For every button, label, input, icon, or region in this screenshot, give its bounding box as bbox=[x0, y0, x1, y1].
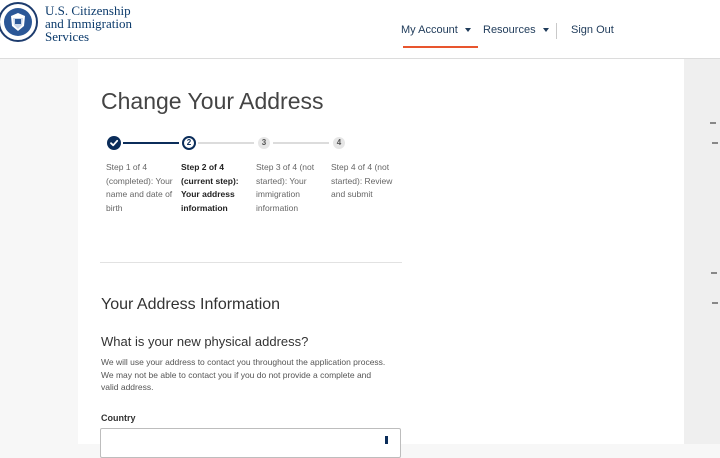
active-nav-indicator bbox=[403, 46, 478, 48]
agency-name-line: Services bbox=[45, 29, 90, 44]
section-divider bbox=[100, 262, 402, 263]
address-question: What is your new physical address? bbox=[101, 334, 309, 349]
nav-my-account-label: My Account bbox=[401, 24, 458, 36]
nav-resources[interactable]: Resources bbox=[483, 24, 549, 44]
step-label-3: Step 3 of 4 (not started): Your immigrat… bbox=[256, 162, 315, 213]
step-marker-2: 2 bbox=[182, 136, 196, 150]
agency-name[interactable]: U.S. Citizenship and Immigration Service… bbox=[45, 4, 132, 43]
checkmark-icon-glyph bbox=[110, 139, 119, 147]
step-label-2: Step 2 of 4 (current step): Your address… bbox=[181, 162, 239, 213]
nav-my-account[interactable]: My Account bbox=[401, 24, 471, 44]
step-connector bbox=[123, 142, 179, 144]
nav-divider bbox=[556, 23, 557, 39]
country-label: Country bbox=[101, 413, 136, 423]
window-edge bbox=[684, 59, 720, 444]
caret-down-icon bbox=[464, 28, 471, 32]
nav-resources-label: Resources bbox=[483, 24, 536, 36]
step-label-4: Step 4 of 4 (not started): Review and su… bbox=[331, 162, 393, 199]
edge-mark bbox=[710, 122, 716, 124]
edge-mark bbox=[712, 302, 718, 304]
country-select[interactable] bbox=[100, 428, 401, 458]
checkmark-icon bbox=[107, 136, 121, 150]
edge-mark bbox=[711, 272, 717, 274]
step-connector bbox=[273, 142, 329, 144]
step-connector bbox=[198, 142, 254, 144]
step-marker-3: 3 bbox=[258, 137, 270, 149]
site-header: U.S. Citizenship and Immigration Service… bbox=[0, 0, 720, 59]
dhs-seal-icon[interactable] bbox=[0, 2, 38, 42]
page-title: Change Your Address bbox=[101, 88, 324, 114]
sign-out-link[interactable]: Sign Out bbox=[571, 24, 614, 44]
sign-out-label: Sign Out bbox=[571, 24, 614, 36]
edge-mark bbox=[712, 142, 718, 144]
caret-down-icon bbox=[542, 28, 549, 32]
select-arrow-icon bbox=[385, 436, 388, 444]
section-title: Your Address Information bbox=[101, 296, 281, 313]
step-label-1: Step 1 of 4 (completed): Your name and d… bbox=[106, 162, 173, 213]
address-help-text: We will use your address to contact you … bbox=[101, 357, 386, 392]
step-marker-4: 4 bbox=[333, 137, 345, 149]
